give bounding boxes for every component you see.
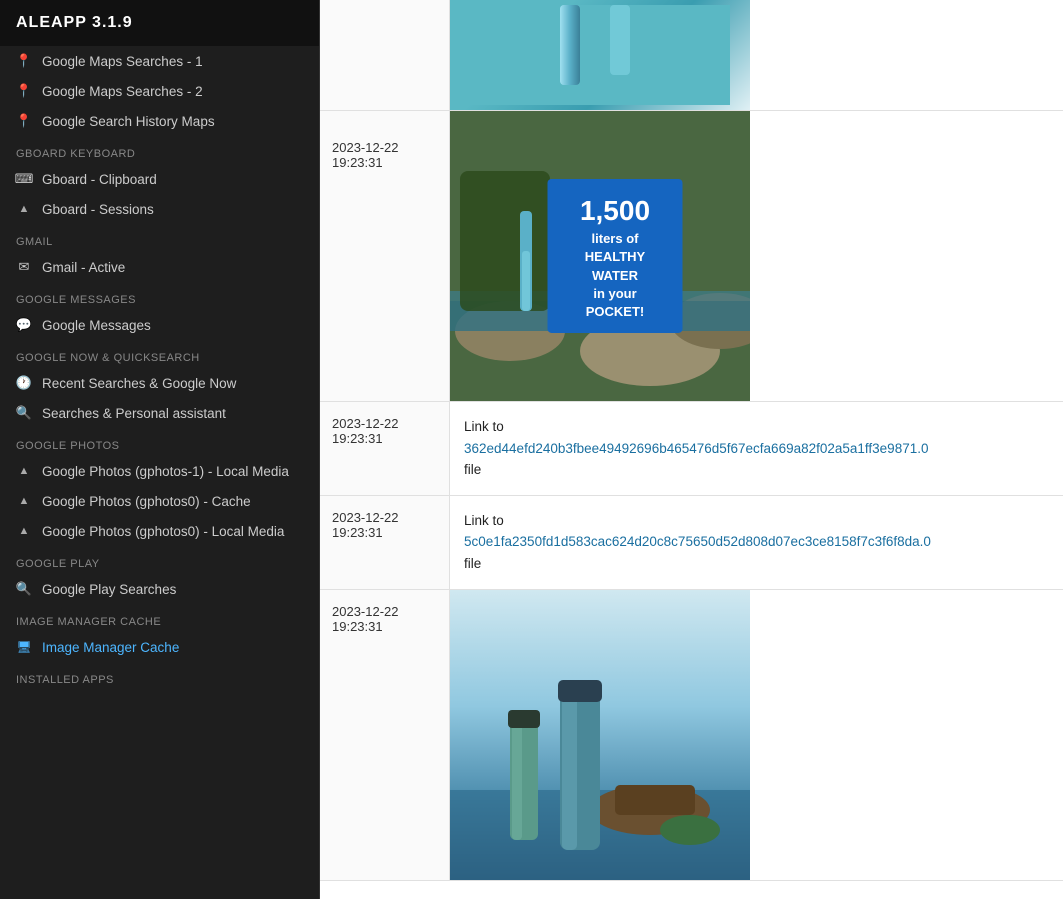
search-icon [16, 581, 32, 597]
outdoor-straw-scene [450, 590, 750, 880]
sidebar-item-gboard-sessions[interactable]: Gboard - Sessions [0, 194, 319, 224]
sidebar-item-google-maps-1[interactable]: Google Maps Searches - 1 [0, 46, 319, 76]
sidebar-section-google-play: GOOGLE PLAY Google Play Searches [0, 546, 319, 604]
search-icon [16, 405, 32, 421]
image-water-filter-top [450, 0, 750, 110]
envelope-icon [16, 259, 32, 275]
pin-icon [16, 113, 32, 129]
app-title: ALEAPP 3.1.9 [0, 0, 319, 46]
sidebar-item-gphotos1-local[interactable]: Google Photos (gphotos-1) - Local Media [0, 456, 319, 486]
row-content: OUTDOOR FILTER STRAW [450, 590, 1063, 880]
sidebar-item-google-play-searches[interactable]: Google Play Searches [0, 574, 319, 604]
sidebar-item-image-manager-cache[interactable]: Image Manager Cache [0, 632, 319, 662]
table-row: 2023-12-2219:23:31 Link to 5c0e1fa2350fd… [320, 496, 1063, 590]
row-link-text-1: Link to 362ed44efd240b3fbee49492696b4654… [450, 402, 942, 495]
row-content: Link to 5c0e1fa2350fd1d583cac624d20c8c75… [450, 496, 1063, 589]
gboard-label: GBOARD KEYBOARD [0, 136, 319, 164]
row-timestamp: 2023-12-2219:23:31 [320, 402, 450, 495]
clock-icon [16, 375, 32, 391]
row-timestamp: 2023-12-2219:23:31 [320, 111, 450, 401]
table-row [320, 0, 1063, 111]
sidebar-item-gboard-clipboard[interactable]: Gboard - Clipboard [0, 164, 319, 194]
sidebar-item-searches-personal[interactable]: Searches & Personal assistant [0, 398, 319, 428]
keyboard-icon [16, 171, 32, 187]
sidebar-section-maps: Google Maps Searches - 1 Google Maps Sea… [0, 46, 319, 136]
table-row: 2023-12-2219:23:31 Link to 362ed44efd240… [320, 402, 1063, 496]
sidebar-section-gboard: GBOARD KEYBOARD Gboard - Clipboard Gboar… [0, 136, 319, 224]
sidebar-item-google-messages[interactable]: Google Messages [0, 310, 319, 340]
healthy-water-badge: 1,500 liters of HEALTHY WATER in your PO… [548, 179, 683, 333]
image-healthy-water: 1,500 liters of HEALTHY WATER in your PO… [450, 111, 750, 401]
installed-apps-label: INSTALLED APPS [0, 662, 319, 690]
water-filter-svg [470, 5, 730, 105]
google-photos-label: GOOGLE PHOTOS [0, 428, 319, 456]
row-content: Link to 362ed44efd240b3fbee49492696b4654… [450, 402, 1063, 495]
google-now-label: GOOGLE NOW & QUICKSEARCH [0, 340, 319, 368]
row-timestamp: 2023-12-2219:23:31 [320, 590, 450, 880]
row-timestamp [320, 0, 450, 110]
messages-label: GOOGLE MESSAGES [0, 282, 319, 310]
triangle-icon [16, 463, 32, 479]
row-timestamp: 2023-12-2219:23:31 [320, 496, 450, 589]
triangle-icon [16, 201, 32, 217]
pin-icon [16, 83, 32, 99]
table-row: 2023-12-2219:23:31 OUTDOOR FILTER STRAW [320, 590, 1063, 881]
cache-icon [16, 639, 32, 655]
sidebar-item-gmail-active[interactable]: Gmail - Active [0, 252, 319, 282]
row-link-text-2: Link to 5c0e1fa2350fd1d583cac624d20c8c75… [450, 496, 945, 589]
message-icon [16, 317, 32, 333]
row-content [450, 0, 1063, 110]
sidebar-item-recent-searches[interactable]: Recent Searches & Google Now [0, 368, 319, 398]
table-row: 2023-12-2219:23:31 [320, 111, 1063, 402]
sidebar-section-messages: GOOGLE MESSAGES Google Messages [0, 282, 319, 340]
sidebar-section-gmail: GMAIL Gmail - Active [0, 224, 319, 282]
image-manager-label: IMAGE MANAGER CACHE [0, 604, 319, 632]
sidebar-item-google-maps-2[interactable]: Google Maps Searches - 2 [0, 76, 319, 106]
sidebar-item-gphotos0-local[interactable]: Google Photos (gphotos0) - Local Media [0, 516, 319, 546]
sidebar-item-google-search-history-maps[interactable]: Google Search History Maps [0, 106, 319, 136]
sidebar-section-google-now: GOOGLE NOW & QUICKSEARCH Recent Searches… [0, 340, 319, 428]
sidebar-item-gphotos0-cache[interactable]: Google Photos (gphotos0) - Cache [0, 486, 319, 516]
triangle-icon [16, 493, 32, 509]
triangle-icon [16, 523, 32, 539]
sidebar-section-image-manager: IMAGE MANAGER CACHE Image Manager Cache [0, 604, 319, 662]
main-content: 2023-12-2219:23:31 [320, 0, 1063, 899]
image-outdoor-straw: OUTDOOR FILTER STRAW [450, 590, 750, 880]
sidebar-section-google-photos: GOOGLE PHOTOS Google Photos (gphotos-1) … [0, 428, 319, 546]
google-play-label: GOOGLE PLAY [0, 546, 319, 574]
pin-icon [16, 53, 32, 69]
row-content: 1,500 liters of HEALTHY WATER in your PO… [450, 111, 1063, 401]
gmail-label: GMAIL [0, 224, 319, 252]
sidebar: ALEAPP 3.1.9 Google Maps Searches - 1 Go… [0, 0, 320, 899]
sidebar-section-installed-apps: INSTALLED APPS [0, 662, 319, 690]
